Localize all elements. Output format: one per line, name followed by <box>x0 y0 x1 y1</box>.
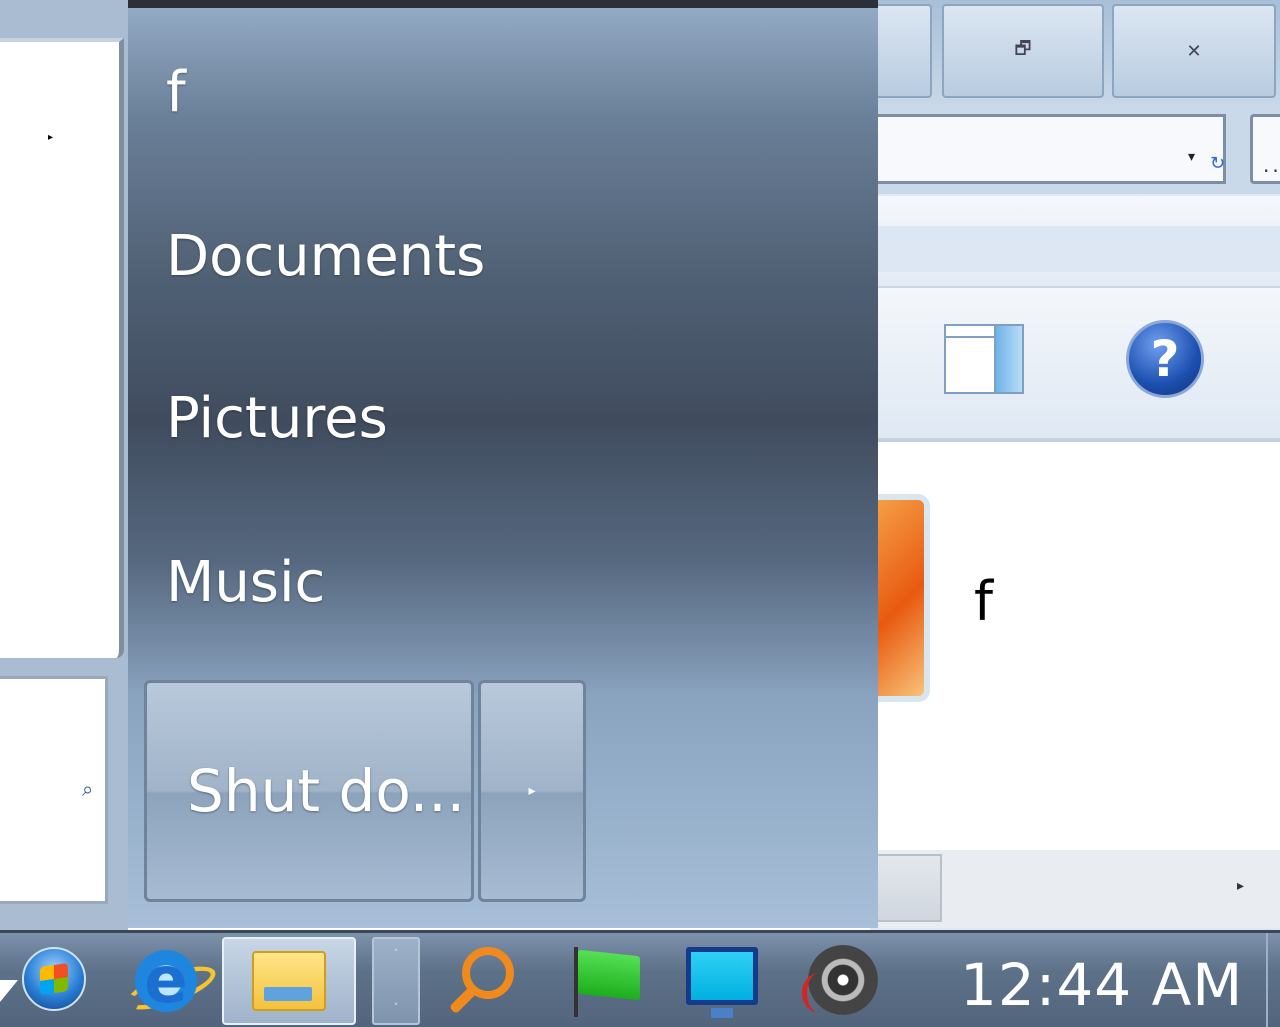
menu-item-documents[interactable]: Documents <box>166 224 485 289</box>
restore-icon: 🗗 <box>1014 38 1032 59</box>
start-search-box[interactable]: ⌕ <box>0 676 108 904</box>
show-desktop-button[interactable] <box>1266 933 1280 1027</box>
help-icon[interactable]: ? <box>1126 320 1204 398</box>
search-app-icon[interactable] <box>444 947 524 1027</box>
shutdown-options-button[interactable]: ▸ <box>478 680 586 902</box>
chevron-right-icon: ▸ <box>528 783 536 799</box>
search-icon[interactable]: ⌕ <box>82 777 93 801</box>
restore-button[interactable]: 🗗 <box>942 4 1104 98</box>
taskbar-explorer-button[interactable] <box>222 937 356 1025</box>
chevron-up-icon: ˄ <box>393 949 399 959</box>
shutdown-button[interactable]: Shut do... <box>144 680 474 902</box>
mouse-cursor-icon <box>0 980 18 1002</box>
explorer-titlebar[interactable]: 🗗 ✕ <box>870 0 1280 104</box>
view-toolbar: ? <box>870 288 1280 442</box>
chevron-down-icon: ˅ <box>393 1003 399 1013</box>
start-menu-programs-pane: ▸ ⌕ <box>0 0 128 935</box>
close-icon: ✕ <box>1186 40 1202 62</box>
internet-explorer-icon[interactable]: e <box>130 944 202 1018</box>
start-button[interactable] <box>22 947 86 1011</box>
preview-pane-icon[interactable] <box>944 324 1024 394</box>
action-center-flag-icon[interactable] <box>568 947 644 1017</box>
minimize-button[interactable] <box>870 4 932 98</box>
taskbar-clock[interactable]: 12:44 AM <box>960 951 1243 1019</box>
menu-item-music[interactable]: Music <box>166 550 325 615</box>
submenu-arrow-icon[interactable]: ▸ <box>48 132 53 143</box>
scrollbar-thumb[interactable] <box>870 854 942 922</box>
explorer-search-box[interactable]: .. <box>1250 114 1280 184</box>
search-box-overflow: .. <box>1263 153 1280 177</box>
windows-logo-icon <box>40 963 68 995</box>
command-bar <box>870 196 1280 289</box>
programs-list[interactable]: ▸ <box>0 38 124 658</box>
start-menu-right-pane: f Documents Pictures Music Shut do... ▸ <box>128 0 878 928</box>
address-row: ▾ ↻ .. <box>870 104 1280 194</box>
scroll-right-icon[interactable]: ▸ <box>1237 878 1244 894</box>
taskbar-scroll-button[interactable]: ˄ ˅ <box>372 937 420 1025</box>
display-monitor-icon[interactable] <box>686 947 758 1018</box>
menu-item-pictures[interactable]: Pictures <box>166 386 388 451</box>
file-thumbnail[interactable] <box>870 494 930 702</box>
taskbar: e ˄ ˅ 12:44 AM <box>0 930 1280 1027</box>
horizontal-scrollbar[interactable]: ▸ <box>870 850 1280 928</box>
file-name-label[interactable]: f <box>974 570 993 633</box>
file-list: f <box>870 442 1280 850</box>
close-button[interactable]: ✕ <box>1112 4 1276 98</box>
chevron-down-icon[interactable]: ▾ <box>1188 149 1195 165</box>
explorer-window: 🗗 ✕ ▾ ↻ .. ? f ▸ <box>870 0 1280 935</box>
speaker-icon[interactable] <box>802 945 878 1015</box>
address-bar[interactable]: ▾ ↻ <box>870 114 1226 184</box>
refresh-icon[interactable]: ↻ <box>1210 153 1225 174</box>
folder-icon <box>252 951 326 1011</box>
menu-item-user[interactable]: f <box>166 60 186 125</box>
